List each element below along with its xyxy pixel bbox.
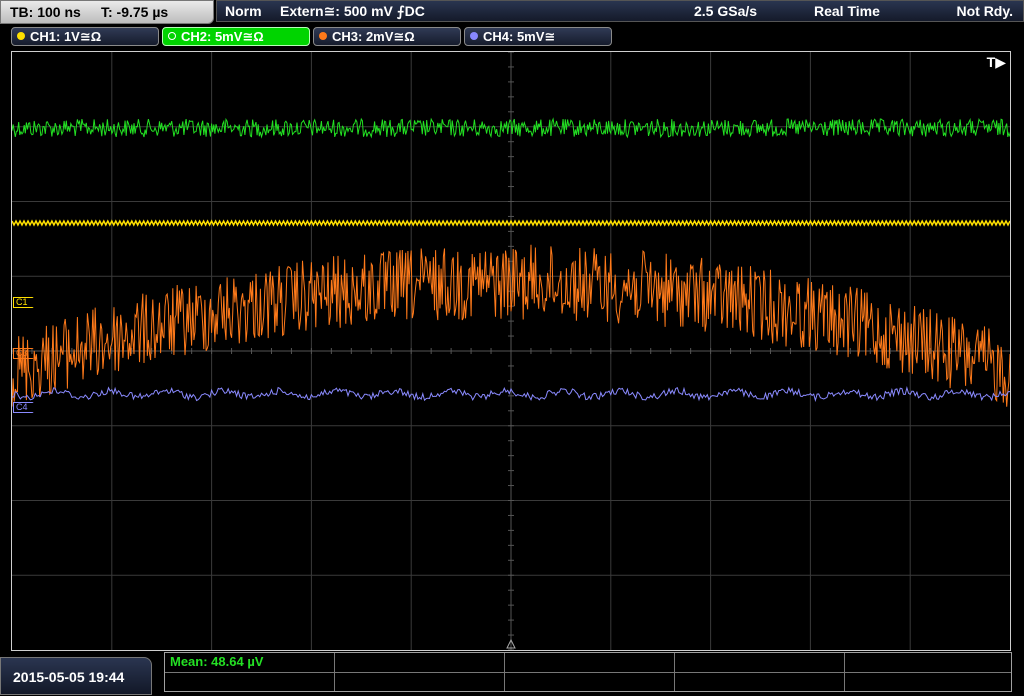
measurement-panel[interactable]: Mean: 48.64 µV [164, 652, 1012, 692]
waveform-display[interactable]: T▶ C1 C3 C4 [11, 51, 1011, 651]
timebase-panel[interactable]: TB: 100 ns T: -9.75 µs [0, 0, 214, 24]
sample-rate[interactable]: 2.5 GSa/s [694, 1, 757, 22]
channel-label: CH4: 5mV≅ [483, 29, 556, 44]
ch4-color-icon [470, 32, 478, 40]
measurement-cell[interactable]: Mean: 48.64 µV [165, 653, 335, 672]
measurement-cell[interactable] [845, 653, 1011, 672]
trigger-position-icon[interactable]: T▶ [987, 54, 1006, 71]
timebase-readout[interactable]: TB: 100 ns [10, 1, 81, 23]
waveform-svg[interactable] [12, 52, 1010, 650]
measurement-cell[interactable] [335, 672, 505, 691]
measurement-cell[interactable] [675, 672, 845, 691]
trigger-time-readout[interactable]: T: -9.75 µs [101, 1, 168, 23]
channel-tab-ch4[interactable]: CH4: 5mV≅ [464, 27, 612, 46]
channel-label: CH2: 5mV≅Ω [181, 29, 264, 44]
measurement-cell[interactable] [165, 672, 335, 691]
acquisition-mode[interactable]: Real Time [814, 1, 880, 22]
measurement-cell[interactable] [845, 672, 1011, 691]
channel-tab-ch3[interactable]: CH3: 2mV≅Ω [313, 27, 461, 46]
date-time-display: 2015-05-05 19:44 [0, 657, 152, 695]
channel-tab-ch1[interactable]: CH1: 1V≅Ω [11, 27, 159, 46]
mean-measurement: Mean: 48.64 µV [170, 654, 264, 669]
channel-label: CH3: 2mV≅Ω [332, 29, 415, 44]
ch3-color-icon [319, 32, 327, 40]
channel-label: CH1: 1V≅Ω [30, 29, 102, 44]
measurement-cell[interactable] [335, 653, 505, 672]
ch2-color-icon [168, 32, 176, 40]
measurement-cell[interactable] [505, 672, 675, 691]
status-bar: TB: 100 ns T: -9.75 µs Norm Extern≅: 500… [0, 0, 1024, 24]
trigger-panel[interactable]: Norm Extern≅: 500 mV ⨍DC 2.5 GSa/s Real … [216, 0, 1024, 22]
acquisition-status: Not Rdy. [956, 3, 1013, 19]
measurement-cell[interactable] [505, 653, 675, 672]
trigger-mode[interactable]: Norm [225, 1, 262, 22]
ch1-color-icon [17, 32, 25, 40]
trigger-source[interactable]: Extern≅: 500 mV ⨍DC [280, 1, 425, 22]
channel-tab-ch2[interactable]: CH2: 5mV≅Ω [162, 27, 310, 46]
measurement-cell[interactable] [675, 653, 845, 672]
